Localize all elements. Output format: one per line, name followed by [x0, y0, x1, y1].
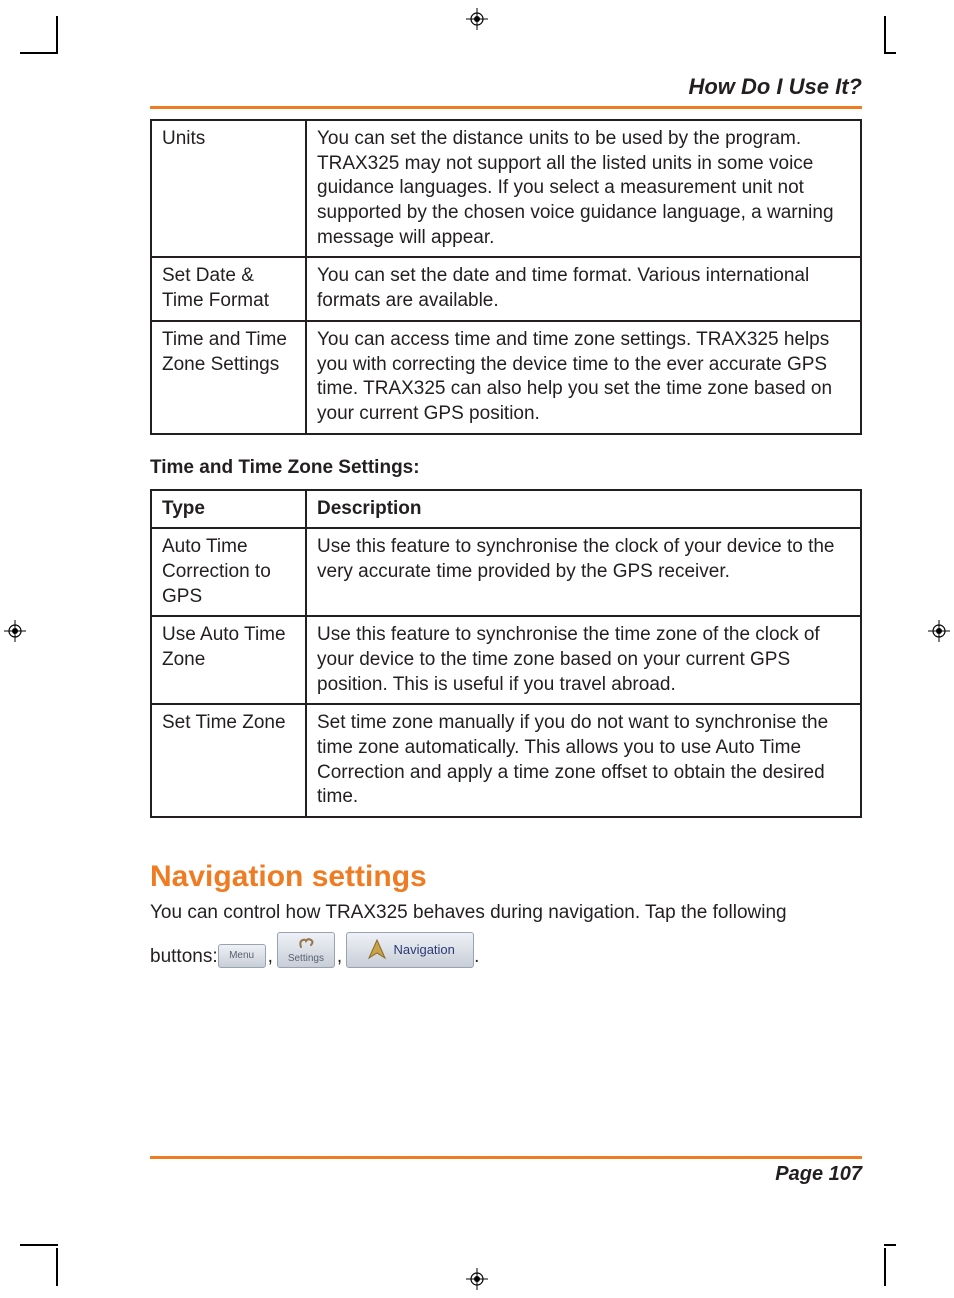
navigation-arrow-icon	[365, 938, 389, 962]
row-description: Set time zone manually if you do not wan…	[306, 704, 861, 817]
settings-table-1: Units You can set the distance units to …	[150, 119, 862, 435]
table-row: Use Auto Time Zone Use this feature to s…	[151, 616, 861, 704]
col-header-description: Description	[306, 490, 861, 529]
subheading: Time and Time Zone Settings:	[150, 457, 862, 479]
row-description: You can access time and time zone settin…	[306, 321, 861, 434]
navigation-button-label: Navigation	[393, 942, 454, 957]
body-text: You can control how TRAX325 behaves duri…	[150, 900, 862, 926]
table-row: Auto Time Correction to GPS Use this fea…	[151, 528, 861, 616]
table-header-row: Type Description	[151, 490, 861, 529]
row-label: Units	[151, 120, 306, 257]
registration-mark-icon	[466, 8, 488, 30]
row-description: Use this feature to synchronise the time…	[306, 616, 861, 704]
settings-table-2: Type Description Auto Time Correction to…	[150, 489, 862, 819]
row-description: You can set the date and time format. Va…	[306, 257, 861, 320]
row-label: Time and Time Zone Settings	[151, 321, 306, 434]
body-text-prefix: buttons:	[150, 946, 218, 968]
footer-rule	[150, 1156, 862, 1159]
menu-button-label: Menu	[229, 950, 254, 961]
row-label: Set Date & Time Format	[151, 257, 306, 320]
row-description: You can set the distance units to be use…	[306, 120, 861, 257]
row-description: Use this feature to synchronise the cloc…	[306, 528, 861, 616]
table-row: Units You can set the distance units to …	[151, 120, 861, 257]
col-header-type: Type	[151, 490, 306, 529]
table-row: Set Date & Time Format You can set the d…	[151, 257, 861, 320]
settings-icon	[295, 935, 317, 951]
page-header: How Do I Use It?	[150, 74, 862, 106]
row-label: Auto Time Correction to GPS	[151, 528, 306, 616]
row-label: Set Time Zone	[151, 704, 306, 817]
navigation-button[interactable]: Navigation	[346, 932, 474, 968]
menu-button[interactable]: Menu	[218, 944, 266, 968]
section-title-navigation-settings: Navigation settings	[150, 860, 862, 894]
table-row: Set Time Zone Set time zone manually if …	[151, 704, 861, 817]
registration-mark-icon	[466, 1268, 488, 1290]
settings-button[interactable]: Settings	[277, 932, 335, 968]
table-row: Time and Time Zone Settings You can acce…	[151, 321, 861, 434]
row-label: Use Auto Time Zone	[151, 616, 306, 704]
settings-button-label: Settings	[288, 953, 324, 964]
header-rule	[150, 106, 862, 109]
page-number: Page 107	[150, 1163, 862, 1186]
registration-mark-icon	[928, 620, 950, 642]
registration-mark-icon	[4, 620, 26, 642]
